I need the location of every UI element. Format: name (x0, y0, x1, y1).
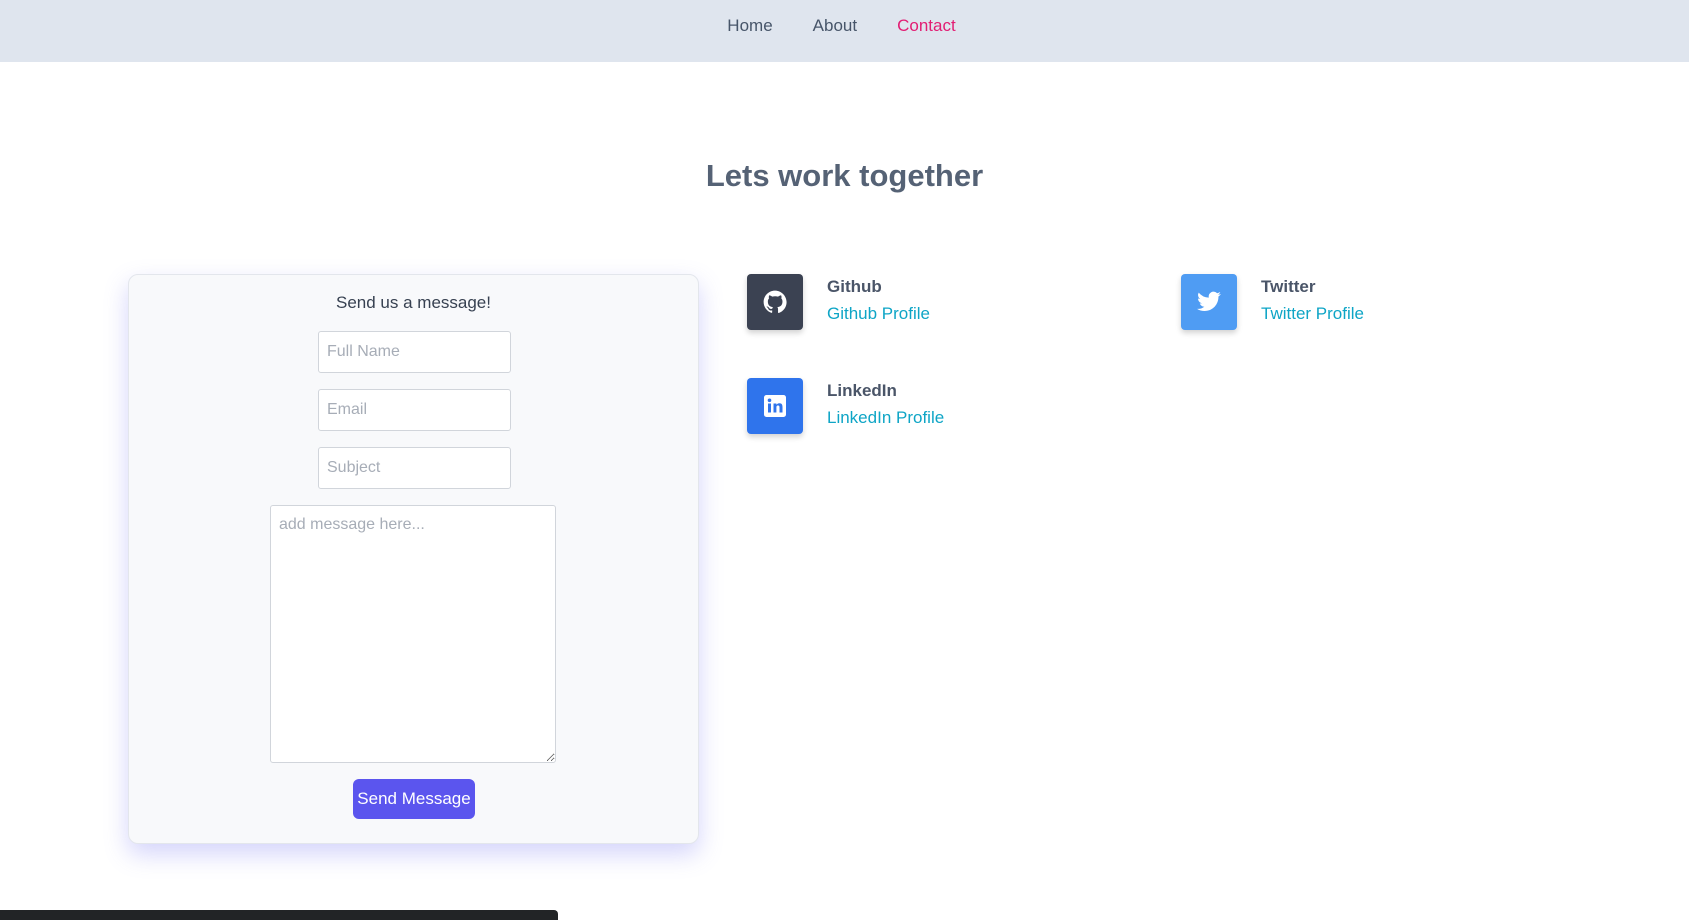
send-message-button[interactable]: Send Message (353, 779, 475, 819)
linkedin-name: LinkedIn (827, 381, 897, 400)
nav-link-home[interactable]: Home (727, 16, 772, 36)
top-navbar: Home About Contact (0, 0, 1689, 62)
browser-status-bar (0, 910, 558, 920)
github-icon[interactable] (747, 274, 803, 330)
nav-links: Home About Contact (727, 16, 955, 36)
twitter-icon[interactable] (1181, 274, 1237, 330)
github-profile-link[interactable]: Github Profile (827, 304, 930, 324)
github-name: Github (827, 277, 882, 296)
contact-form-card: Send us a message! Send Message (128, 274, 699, 844)
message-textarea[interactable] (270, 505, 556, 763)
linkedin-profile-link[interactable]: LinkedIn Profile (827, 408, 944, 428)
github-text: Github Github Profile (827, 274, 930, 324)
social-linkedin: LinkedIn LinkedIn Profile (747, 378, 944, 434)
twitter-profile-link[interactable]: Twitter Profile (1261, 304, 1364, 324)
twitter-name: Twitter (1261, 277, 1316, 296)
form-title: Send us a message! (336, 293, 491, 312)
email-input[interactable] (318, 389, 511, 431)
subject-input[interactable] (318, 447, 511, 489)
social-github: Github Github Profile (747, 274, 930, 330)
page-title: Lets work together (705, 158, 984, 193)
nav-link-about[interactable]: About (813, 16, 857, 36)
linkedin-icon[interactable] (747, 378, 803, 434)
twitter-text: Twitter Twitter Profile (1261, 274, 1364, 324)
full-name-input[interactable] (318, 331, 511, 373)
social-twitter: Twitter Twitter Profile (1181, 274, 1364, 330)
nav-link-contact[interactable]: Contact (897, 16, 956, 36)
linkedin-text: LinkedIn LinkedIn Profile (827, 378, 944, 428)
